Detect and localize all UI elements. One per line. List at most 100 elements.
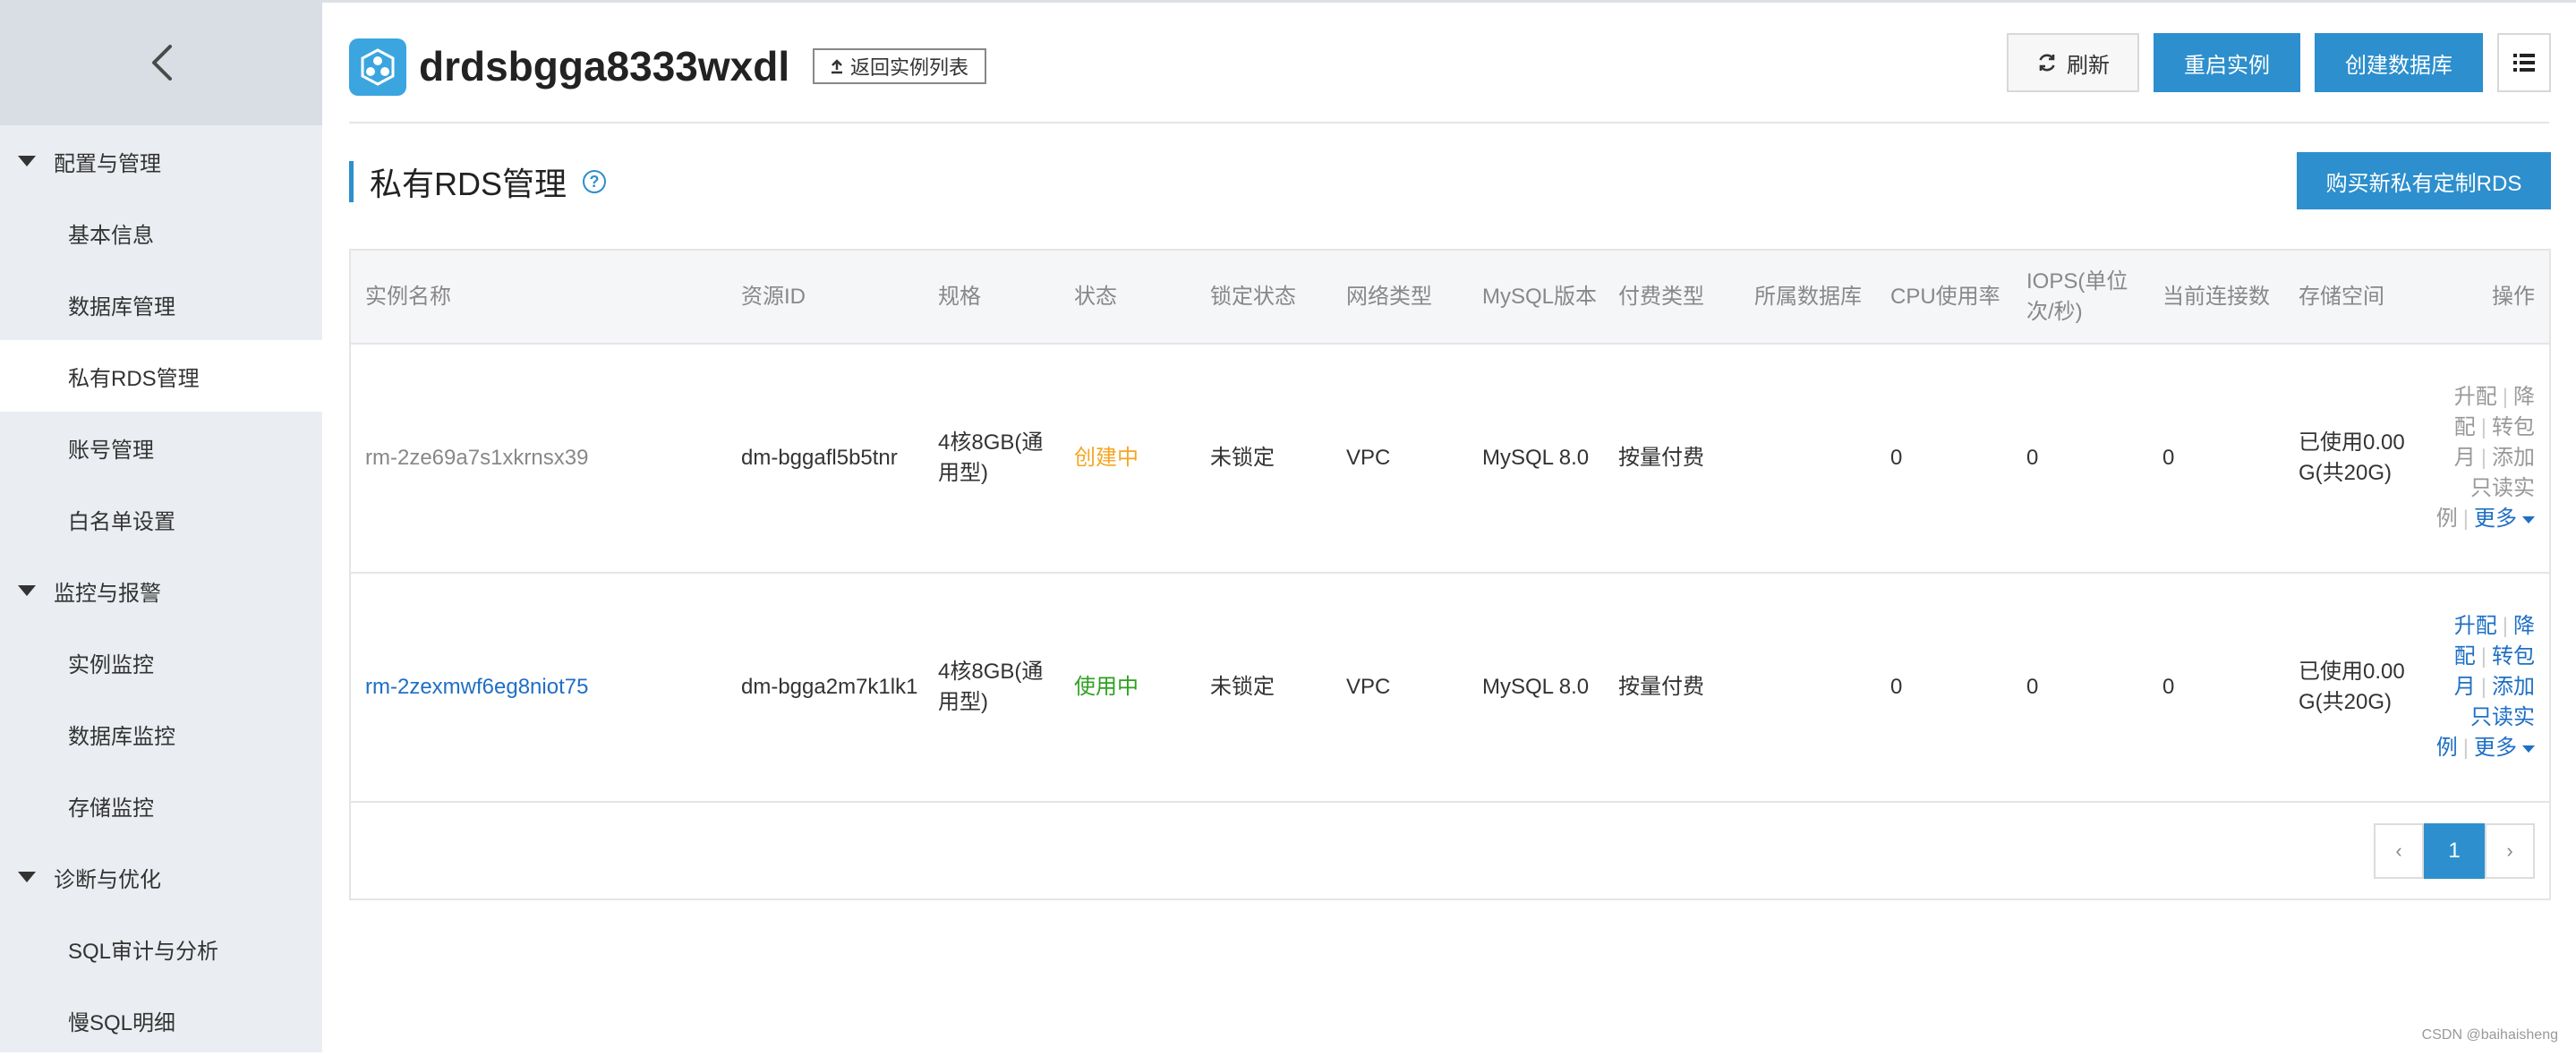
storage: 已使用0.00G(共20G) [2299, 430, 2405, 485]
upgrade-link[interactable]: 升配 [2454, 385, 2497, 409]
cube-cluster-icon [361, 48, 395, 86]
sidebar-item-label: 账号管理 [68, 438, 154, 463]
more-label: 更多 [2474, 507, 2517, 531]
nav-group-label: 监控与报警 [54, 581, 161, 606]
spec: 4核8GB(通用型) [938, 660, 1044, 714]
instance-title: drdsbgga8333wxdl [419, 43, 790, 89]
create-database-button[interactable]: 创建数据库 [2315, 33, 2483, 92]
more-menu-button[interactable] [2497, 33, 2551, 92]
col-header-database: 所属数据库 [1740, 251, 1876, 345]
iops: 0 [2026, 446, 2039, 470]
sidebar-item-private-rds[interactable]: 私有RDS管理 [0, 340, 322, 412]
instance-name: rm-2ze69a7s1xkrnsx39 [365, 446, 589, 470]
network-type: VPC [1346, 675, 1391, 699]
connections: 0 [2162, 675, 2175, 699]
col-header-lock: 锁定状态 [1196, 251, 1332, 345]
col-header-network: 网络类型 [1332, 251, 1468, 345]
col-header-connections: 当前连接数 [2148, 251, 2284, 345]
sidebar-item-label: 实例监控 [68, 652, 154, 677]
table-row: rm-2zexmwf6eg8niot75 dm-bgga2m7k1lk1 4核8… [351, 573, 2549, 802]
chevron-left-icon [152, 45, 172, 81]
database [1740, 344, 1876, 573]
network-type: VPC [1346, 446, 1391, 470]
sidebar-item-label: 白名单设置 [68, 509, 175, 534]
sidebar-item-database-management[interactable]: 数据库管理 [0, 268, 322, 340]
page-button-current[interactable]: 1 [2424, 823, 2485, 879]
sidebar-item-instance-monitor[interactable]: 实例监控 [0, 626, 322, 698]
status-badge: 使用中 [1074, 675, 1139, 699]
sidebar-item-storage-monitor[interactable]: 存储监控 [0, 770, 322, 841]
sidebar-item-accounts[interactable]: 账号管理 [0, 412, 322, 483]
section-title: 私有RDS管理 [370, 166, 567, 202]
caret-down-icon [18, 156, 36, 166]
lock-status: 未锁定 [1210, 675, 1275, 699]
refresh-label: 刷新 [2067, 53, 2110, 78]
buy-private-rds-button[interactable]: 购买新私有定制RDS [2297, 152, 2551, 209]
iops: 0 [2026, 675, 2039, 699]
sidebar-item-label: 慢SQL明细 [68, 1010, 176, 1035]
back-button-label: 返回实例列表 [850, 56, 969, 79]
next-page-button[interactable]: › [2485, 823, 2535, 879]
sidebar-item-database-monitor[interactable]: 数据库监控 [0, 698, 322, 770]
col-header-iops: IOPS(单位次/秒) [2012, 251, 2148, 345]
col-header-resource-id: 资源ID [727, 251, 924, 345]
sidebar-item-slow-sql[interactable]: 慢SQL明细 [0, 984, 322, 1056]
database [1740, 573, 1876, 802]
help-icon[interactable]: ? [583, 170, 607, 193]
instance-name-link[interactable]: rm-2zexmwf6eg8niot75 [351, 573, 727, 802]
sidebar-header [0, 0, 322, 125]
upload-arrow-icon [832, 59, 842, 74]
sidebar-item-label: SQL审计与分析 [68, 939, 219, 964]
col-header-mysql-version: MySQL版本 [1468, 251, 1604, 345]
mysql-version: MySQL 8.0 [1482, 446, 1590, 470]
sidebar-item-whitelist[interactable]: 白名单设置 [0, 483, 322, 555]
sidebar-item-label: 私有RDS管理 [68, 366, 200, 391]
nav-group-label: 诊断与优化 [54, 867, 161, 892]
storage: 已使用0.00G(共20G) [2299, 660, 2405, 714]
sidebar-item-label: 存储监控 [68, 796, 154, 821]
more-actions-link[interactable]: 更多 [2474, 507, 2535, 531]
more-label: 更多 [2474, 736, 2517, 760]
list-icon [2513, 54, 2535, 72]
upgrade-link[interactable]: 升配 [2454, 614, 2497, 638]
col-header-name: 实例名称 [351, 251, 727, 345]
prev-page-button[interactable]: ‹ [2374, 823, 2424, 879]
main-content: drdsbgga8333wxdl 返回实例列表 刷新 重启实例 创建数据库 私有… [322, 0, 2576, 1052]
back-to-instance-list-button[interactable]: 返回实例列表 [813, 48, 987, 84]
lock-status: 未锁定 [1210, 446, 1275, 470]
col-header-spec: 规格 [924, 251, 1060, 345]
col-header-status: 状态 [1060, 251, 1196, 345]
pay-type: 按量付费 [1618, 675, 1704, 699]
sidebar-item-label: 数据库监控 [68, 724, 175, 749]
col-header-cpu: CPU使用率 [1876, 251, 2012, 345]
rds-instance-table: 实例名称 资源ID 规格 状态 锁定状态 网络类型 MySQL版本 付费类型 所… [349, 249, 2551, 900]
page-header: drdsbgga8333wxdl 返回实例列表 刷新 重启实例 创建数据库 [349, 0, 2551, 123]
collapse-sidebar-button[interactable] [134, 36, 188, 89]
sidebar-item-basic-info[interactable]: 基本信息 [0, 197, 322, 268]
nav-group-diagnosis[interactable]: 诊断与优化 [0, 841, 322, 913]
connections: 0 [2162, 446, 2175, 470]
refresh-icon [2039, 54, 2055, 72]
sidebar-item-sql-audit[interactable]: SQL审计与分析 [0, 913, 322, 984]
table-row: rm-2ze69a7s1xkrnsx39 dm-bggafl5b5tnr 4核8… [351, 344, 2549, 573]
col-header-pay-type: 付费类型 [1604, 251, 1740, 345]
col-header-storage: 存储空间 [2284, 251, 2420, 345]
status-badge: 创建中 [1074, 446, 1139, 470]
mysql-version: MySQL 8.0 [1482, 675, 1590, 699]
caret-down-icon [2522, 745, 2535, 753]
nav-group-monitoring[interactable]: 监控与报警 [0, 555, 322, 626]
table-header-row: 实例名称 资源ID 规格 状态 锁定状态 网络类型 MySQL版本 付费类型 所… [351, 251, 2549, 345]
more-actions-link[interactable]: 更多 [2474, 736, 2535, 760]
cpu-usage: 0 [1890, 675, 1903, 699]
nav-group-label: 配置与管理 [54, 151, 161, 176]
resource-id: dm-bgga2m7k1lk1 [741, 675, 918, 699]
pay-type: 按量付费 [1618, 446, 1704, 470]
restart-instance-button[interactable]: 重启实例 [2154, 33, 2300, 92]
nav-group-config[interactable]: 配置与管理 [0, 125, 322, 197]
col-header-actions: 操作 [2420, 251, 2549, 345]
row-actions: 升配 | 降配 | 转包月 | 添加只读实例 | 更多 [2435, 614, 2535, 760]
caret-down-icon [18, 585, 36, 596]
refresh-button[interactable]: 刷新 [2007, 33, 2139, 92]
sidebar: 配置与管理 基本信息 数据库管理 私有RDS管理 账号管理 白名单设置 监控与报… [0, 0, 322, 1052]
resource-id: dm-bggafl5b5tnr [741, 446, 898, 470]
